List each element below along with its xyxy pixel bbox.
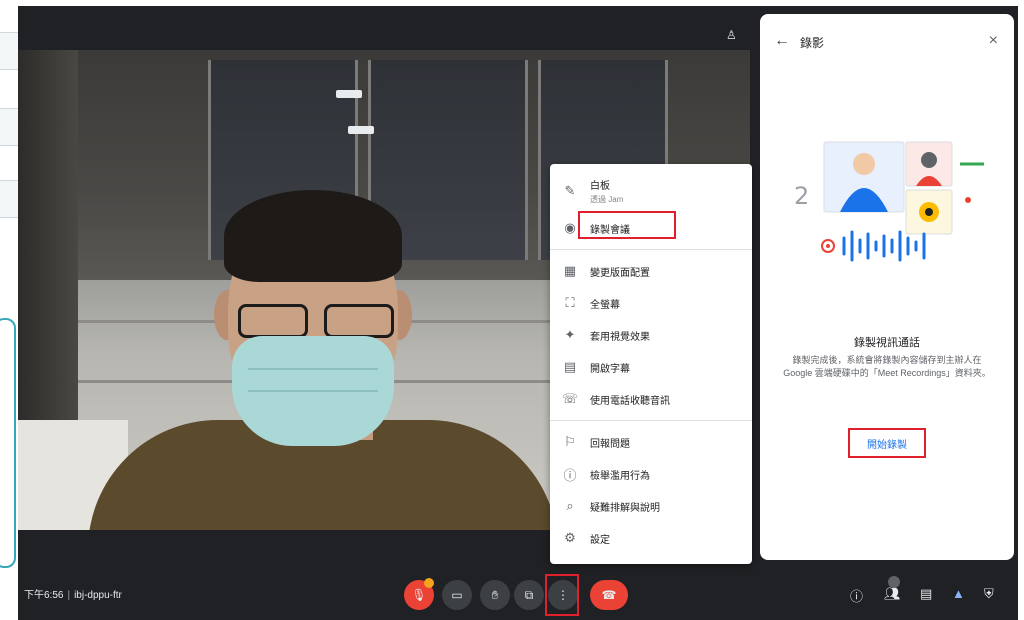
effects-icon: ✦ bbox=[564, 327, 576, 342]
svg-text:2: 2 bbox=[794, 182, 809, 210]
back-arrow-icon[interactable]: ← bbox=[774, 32, 790, 50]
report-abuse-icon: ⓘ bbox=[563, 467, 577, 483]
people-icon[interactable]: 👥︎ bbox=[884, 576, 901, 602]
feedback-icon: ⚐ bbox=[564, 434, 576, 449]
background-document bbox=[0, 0, 20, 620]
glasses-lens bbox=[238, 304, 308, 338]
panel-heading: 錄製視訊通話 bbox=[854, 337, 920, 349]
menu-item-effects[interactable]: ✦ 套用視覺效果 bbox=[550, 319, 752, 351]
screenshot-stage: { "meeting": { "time": "下午6:56", "separa… bbox=[0, 0, 1024, 620]
mask-fold bbox=[248, 390, 378, 392]
captions-icon: ▤ bbox=[563, 359, 577, 374]
menu-item-label: 回報問題 bbox=[590, 438, 630, 450]
menu-divider bbox=[550, 420, 752, 421]
menu-item-label: 白板 bbox=[590, 181, 610, 192]
menu-item-sublabel: 透過 Jam bbox=[590, 195, 624, 204]
recording-illustration: 2 bbox=[794, 141, 984, 262]
close-icon[interactable]: × bbox=[989, 32, 998, 50]
layout-icon: ▦ bbox=[563, 263, 577, 278]
meeting-time: 下午6:56 bbox=[24, 590, 64, 601]
present-button[interactable]: ⧉ bbox=[514, 580, 544, 610]
mic-off-icon: 🎙︎ bbox=[411, 588, 427, 602]
doc-row bbox=[0, 108, 20, 146]
troubleshoot-icon: ⌕ bbox=[566, 498, 574, 513]
raise-hand-button[interactable]: ✋︎ bbox=[480, 580, 510, 610]
whiteboard-icon: ✎ bbox=[564, 183, 576, 198]
ceiling-light bbox=[348, 126, 374, 134]
activities-icon[interactable]: ▲ bbox=[952, 586, 965, 601]
menu-item-feedback[interactable]: ⚐ 回報問題 bbox=[550, 426, 752, 458]
menu-item-label: 檢舉濫用行為 bbox=[590, 470, 650, 482]
bottom-toolbar: 下午6:56 | ibj-dppu-ftr 🎙︎ ▭ ✋︎ ⧉ ⋮ ☎︎ ⓘ 👥︎ … bbox=[18, 566, 1018, 620]
meeting-info-separator: | bbox=[67, 590, 71, 601]
more-highlight-box bbox=[545, 574, 579, 616]
menu-item-label: 全螢幕 bbox=[590, 299, 620, 311]
glasses-lens bbox=[324, 304, 394, 338]
ceiling-light bbox=[336, 90, 362, 98]
doc-row bbox=[0, 180, 20, 218]
more-options-menu: ✎ 白板 透過 Jam ◉ 錄製會議 ▦ 變更版面配置 ⛶ 全螢幕 ✦ 套用視覺… bbox=[550, 164, 752, 564]
participant-count-badge bbox=[888, 576, 900, 588]
present-icon: ⧉ bbox=[524, 587, 534, 602]
menu-item-settings[interactable]: ⚙ 設定 bbox=[550, 522, 752, 554]
doc-row bbox=[0, 32, 20, 70]
menu-item-troubleshoot[interactable]: ⌕ 疑難排解與說明 bbox=[550, 490, 752, 522]
person-icon: ♙ bbox=[726, 28, 737, 42]
panel-description: 錄製完成後，系統會將錄製內容儲存到主辦人在 Google 雲端硬碟中的「Meet… bbox=[783, 355, 991, 378]
person-hair bbox=[224, 190, 402, 282]
menu-item-report-abuse[interactable]: ⓘ 檢舉濫用行為 bbox=[550, 458, 752, 490]
menu-divider bbox=[550, 249, 752, 250]
end-call-icon: ☎︎ bbox=[601, 588, 617, 602]
mic-button[interactable]: 🎙︎ bbox=[404, 578, 434, 610]
host-controls-icon[interactable]: ⛨ bbox=[984, 586, 994, 602]
fullscreen-icon: ⛶ bbox=[565, 295, 575, 310]
menu-item-label: 變更版面配置 bbox=[590, 267, 650, 279]
meeting-info: 下午6:56 | ibj-dppu-ftr bbox=[24, 586, 122, 601]
menu-item-label: 套用視覺效果 bbox=[590, 331, 650, 343]
menu-item-layout[interactable]: ▦ 變更版面配置 bbox=[550, 255, 752, 287]
camera-button[interactable]: ▭ bbox=[442, 580, 472, 610]
mask-fold bbox=[248, 368, 378, 370]
hand-icon: ✋︎ bbox=[491, 587, 499, 602]
settings-icon: ⚙ bbox=[564, 530, 576, 545]
menu-item-phone-audio[interactable]: ☏ 使用電話收聽音訊 bbox=[550, 383, 752, 415]
chat-icon[interactable]: ▤ bbox=[920, 586, 932, 602]
start-recording-button[interactable]: 開始錄製 bbox=[848, 428, 926, 458]
menu-item-whiteboard[interactable]: ✎ 白板 透過 Jam bbox=[550, 170, 752, 212]
panel-title: 錄影 bbox=[800, 36, 825, 50]
recording-panel: ← 錄影 × 2 錄製視訊通話 錄製完成後，系統會將錄製內容儲存到主辦人在 Go… bbox=[760, 14, 1014, 560]
meeting-code: ibj-dppu-ftr bbox=[74, 590, 122, 601]
camera-icon: ▭ bbox=[451, 588, 463, 602]
meet-window: ♙ ⇩ bbox=[18, 6, 1018, 620]
menu-item-label: 設定 bbox=[590, 534, 610, 546]
menu-item-label: 使用電話收聽音訊 bbox=[590, 395, 670, 407]
phone-audio-icon: ☏ bbox=[561, 391, 579, 406]
mic-status-dot bbox=[424, 578, 434, 588]
menu-item-label: 疑難排解與說明 bbox=[590, 502, 660, 514]
menu-item-fullscreen[interactable]: ⛶ 全螢幕 bbox=[550, 287, 752, 319]
doc-teal-frame bbox=[0, 318, 16, 568]
end-call-button[interactable]: ☎︎ bbox=[590, 580, 628, 610]
record-highlight-box bbox=[578, 211, 676, 239]
menu-item-captions[interactable]: ▤ 開啟字幕 bbox=[550, 351, 752, 383]
meeting-details-icon[interactable]: ⓘ bbox=[850, 586, 863, 605]
menu-item-label: 開啟字幕 bbox=[590, 363, 630, 375]
